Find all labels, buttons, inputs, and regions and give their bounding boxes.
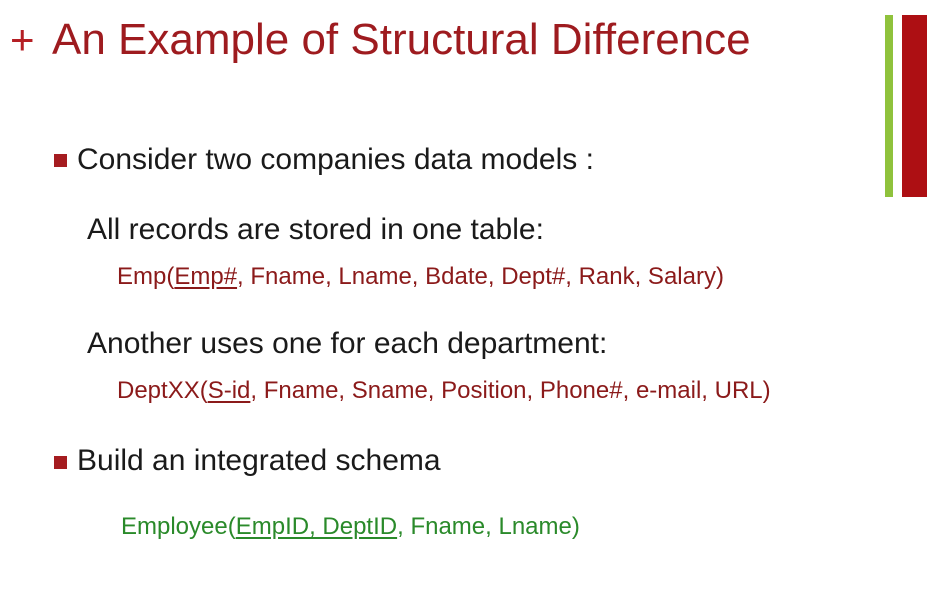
schema-emp: Emp(Emp#, Fname, Lname, Bdate, Dept#, Ra…: [117, 262, 724, 292]
accent-bar-red: [902, 15, 927, 197]
schema-emp-key: Emp#: [174, 263, 238, 290]
title-plus-icon: +: [10, 16, 35, 63]
schema-deptxx-rest: , Fname, Sname, Position, Phone#, e-mail…: [250, 377, 771, 404]
slide-title: An Example of Structural Difference: [52, 15, 751, 64]
schema-employee-key: EmpID, DeptID: [235, 513, 398, 540]
schema-employee: Employee(EmpID, DeptID, Fname, Lname): [121, 512, 580, 542]
sub-point-one-table: All records are stored in one table:: [87, 213, 544, 246]
bullet-square-icon: [54, 456, 67, 469]
schema-emp-rest: , Fname, Lname, Bdate, Dept#, Rank, Sala…: [237, 263, 724, 290]
bullet-consider: Consider two companies data models :: [77, 143, 594, 176]
schema-deptxx-key: S-id: [207, 377, 251, 404]
schema-employee-rest: , Fname, Lname): [397, 513, 580, 540]
schema-deptxx: DeptXX(S-id, Fname, Sname, Position, Pho…: [117, 376, 771, 406]
sub-point-per-department: Another uses one for each department:: [87, 327, 608, 360]
bullet-square-icon: [54, 154, 67, 167]
schema-deptxx-prefix: DeptXX(: [117, 377, 208, 404]
accent-bar-green: [885, 15, 893, 197]
bullet-build-schema: Build an integrated schema: [77, 444, 441, 477]
schema-emp-prefix: Emp(: [117, 263, 175, 290]
schema-employee-prefix: Employee(: [121, 513, 236, 540]
